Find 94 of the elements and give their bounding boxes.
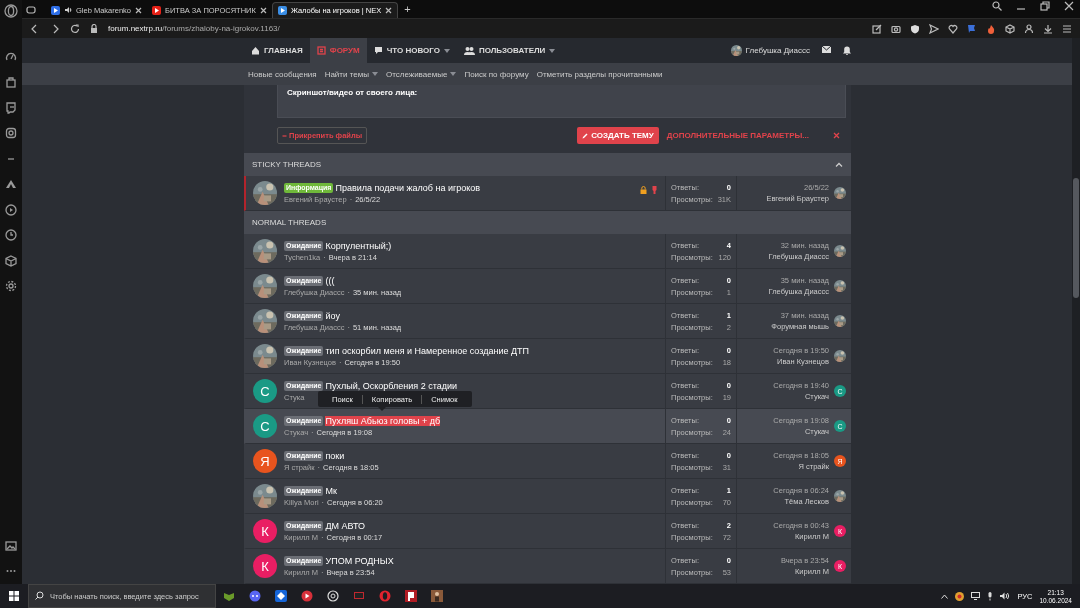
- user-avatar: С: [253, 414, 277, 438]
- home-icon: [251, 46, 260, 55]
- person-icon[interactable]: [1024, 23, 1034, 34]
- subnav-link[interactable]: Отслеживаемые: [381, 69, 461, 79]
- caret-icon: [371, 72, 378, 76]
- chevron-up-icon[interactable]: [941, 593, 949, 599]
- thread-title[interactable]: йоу: [325, 310, 340, 321]
- search-icon[interactable]: [992, 1, 1002, 11]
- tab-favicon-icon: [152, 5, 162, 15]
- thread-title[interactable]: Корпулентный;): [325, 240, 392, 251]
- close-tab-icon[interactable]: [385, 7, 393, 14]
- caret-icon: [549, 48, 556, 53]
- user-avatar: К: [253, 554, 277, 578]
- image-icon[interactable]: [5, 539, 17, 552]
- nav-tab[interactable]: ЧТО НОВОГО: [366, 38, 457, 63]
- gear-icon[interactable]: [5, 280, 17, 293]
- opera-logo-icon[interactable]: [4, 4, 18, 18]
- camera-icon[interactable]: [891, 23, 901, 34]
- tab-favicon-icon: [51, 5, 60, 15]
- close-tab-icon[interactable]: [259, 6, 267, 14]
- users-icon: [463, 46, 475, 55]
- diamond-app-icon[interactable]: [275, 590, 287, 602]
- monitor-icon[interactable]: [353, 590, 365, 602]
- play-icon[interactable]: [5, 203, 17, 216]
- speech-bubble-icon: [373, 46, 383, 55]
- chat-app-icon[interactable]: [249, 590, 261, 602]
- nav-tab[interactable]: ПОЛЬЗОВАТЕЛИ: [456, 38, 563, 63]
- play-app-icon[interactable]: [301, 590, 313, 602]
- section-title: STICKY THREADS: [252, 160, 322, 169]
- windows-logo-icon[interactable]: [9, 591, 19, 601]
- bag-icon[interactable]: [5, 76, 17, 89]
- opera-icon[interactable]: [379, 590, 391, 602]
- flame-icon[interactable]: [986, 23, 996, 34]
- tab-favicon-icon: [277, 6, 287, 15]
- nav-tab[interactable]: ГЛАВНАЯ: [244, 38, 310, 63]
- triangle-icon[interactable]: [5, 178, 17, 191]
- collapse-icon[interactable]: [835, 162, 843, 167]
- thread-title[interactable]: тип оскорбил меня и Намеренное создание ДТП: [325, 345, 529, 356]
- network-icon[interactable]: [971, 592, 981, 600]
- camera-icon[interactable]: [5, 127, 17, 140]
- shield-icon[interactable]: [910, 23, 920, 34]
- microphone-icon[interactable]: [987, 591, 994, 601]
- user-avatar: Я: [253, 449, 277, 473]
- send-icon[interactable]: [929, 23, 939, 34]
- thread-title[interactable]: поки: [325, 450, 345, 461]
- user-avatar: С: [253, 379, 277, 403]
- pencil-icon: [582, 132, 589, 139]
- editor-text: Скриншот/видео от своего лица:: [287, 88, 418, 97]
- mail-icon[interactable]: [822, 46, 831, 53]
- aperture-icon[interactable]: [327, 590, 339, 602]
- close-icon[interactable]: [1064, 1, 1074, 11]
- heart-icon[interactable]: [948, 23, 958, 34]
- edit-icon[interactable]: [872, 23, 882, 34]
- gauge-icon[interactable]: [5, 50, 17, 63]
- clock-icon[interactable]: [5, 229, 17, 242]
- tray-app-icon[interactable]: [955, 591, 965, 601]
- create-thread-button[interactable]: СОЗДАТЬ ТЕМУ: [577, 127, 659, 144]
- chat-icon[interactable]: [5, 101, 17, 114]
- subnav-link[interactable]: Новые сообщения: [244, 69, 321, 79]
- scroll-thumb[interactable]: [1073, 178, 1079, 298]
- thread-title[interactable]: Мк: [325, 485, 337, 496]
- user-menu[interactable]: Глебушка Диассс: [730, 45, 810, 56]
- subnav-link[interactable]: Поиск по форуму: [460, 69, 533, 79]
- volume-icon[interactable]: [1000, 592, 1011, 600]
- cube-icon[interactable]: [5, 254, 17, 267]
- close-tab-icon[interactable]: [135, 6, 143, 14]
- speaker-icon[interactable]: [64, 6, 72, 14]
- lock-icon: [90, 24, 98, 33]
- figure-app-icon[interactable]: [431, 590, 443, 602]
- address-field[interactable]: forum.nextrp.ru/forums/zhaloby-na-igrokov.1163/: [108, 24, 280, 33]
- thread-title[interactable]: Пухлый, Оскорбления 2 стадии: [325, 380, 457, 391]
- caret-icon: [443, 48, 450, 53]
- flag-app-icon[interactable]: [405, 590, 417, 602]
- thread-title[interactable]: (((: [325, 275, 335, 286]
- new-tab-button[interactable]: +: [398, 3, 417, 18]
- reload-icon[interactable]: [70, 23, 80, 34]
- cube-icon[interactable]: [1005, 23, 1015, 34]
- thread-title[interactable]: Правила подачи жалоб на игроков: [335, 182, 481, 193]
- subnav-link[interactable]: Найти темы: [320, 69, 382, 79]
- section-title: NORMAL THREADS: [252, 218, 327, 227]
- list-icon: [316, 46, 326, 55]
- bell-icon[interactable]: [843, 46, 851, 55]
- search-icon: [35, 591, 44, 600]
- thread-title[interactable]: УПОМ РОДНЫХ: [325, 555, 394, 566]
- user-avatar: К: [253, 519, 277, 543]
- download-icon[interactable]: [1043, 23, 1053, 34]
- thread-title[interactable]: ДМ АВТО: [325, 520, 366, 531]
- sliders-icon[interactable]: [1062, 23, 1072, 34]
- subnav-link[interactable]: Отметить разделы прочитанными: [532, 69, 667, 79]
- flag-icon[interactable]: [967, 23, 977, 34]
- message-editor[interactable]: Скриншот/видео от своего лица:: [277, 85, 846, 118]
- caret-icon: [450, 72, 457, 76]
- thread-title[interactable]: Пухляш Абьюз головы + дб: [325, 415, 441, 426]
- restore-icon[interactable]: [1040, 1, 1050, 11]
